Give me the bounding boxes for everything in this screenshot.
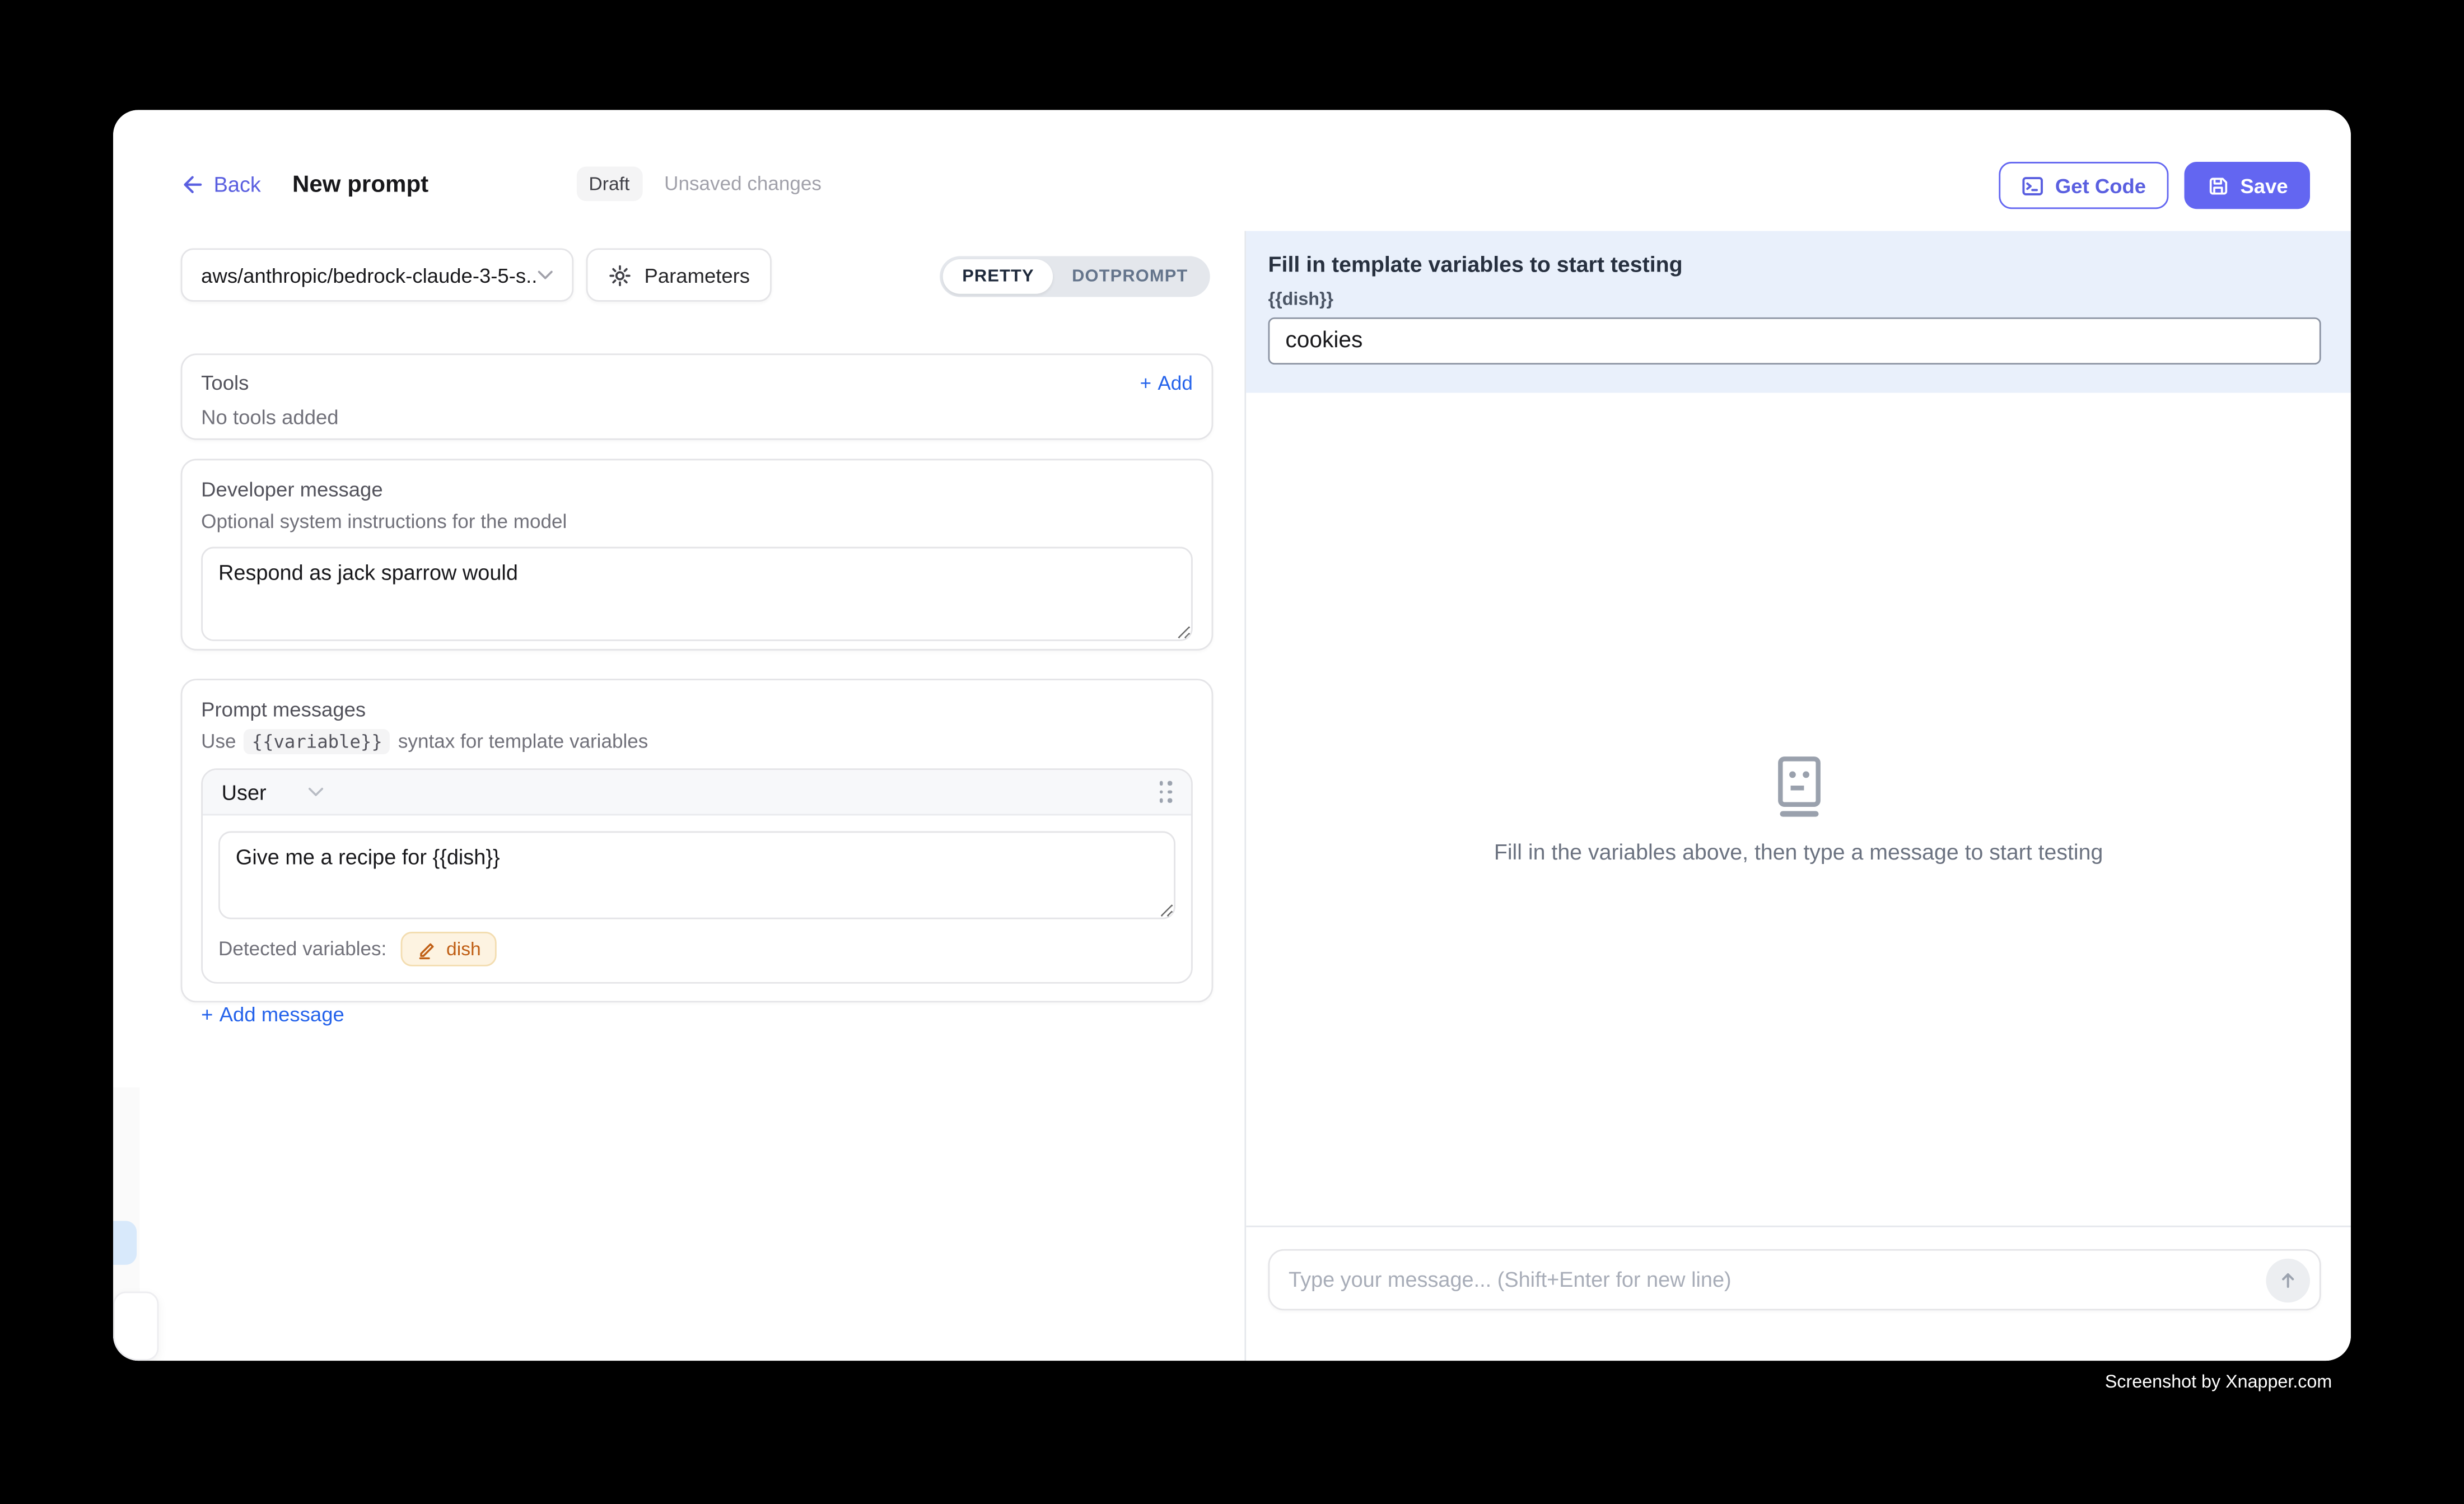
send-button[interactable] [2266, 1258, 2310, 1302]
unsaved-changes-text: Unsaved changes [664, 173, 822, 195]
developer-message-card: Developer message Optional system instru… [181, 459, 1214, 650]
toggle-dotprompt[interactable]: DOTPROMPT [1053, 259, 1207, 294]
collapsed-drawer-card [113, 1292, 158, 1361]
toggle-pretty[interactable]: PRETTY [944, 259, 1053, 294]
arrow-up-icon [2277, 1269, 2299, 1291]
hint-variable-chip: {{variable}} [244, 729, 390, 754]
add-message-button[interactable]: + Add message [201, 1002, 1193, 1026]
screenshot-stage: Back New prompt Draft Unsaved changes Ge… [0, 0, 2464, 1503]
hint-suffix: syntax for template variables [398, 731, 648, 753]
tools-card: Tools + Add No tools added [181, 353, 1214, 440]
chevron-down-icon [538, 270, 553, 280]
message-body: Give me a recipe for {{dish}} Detected v… [203, 815, 1191, 982]
tools-title: Tools [201, 371, 249, 394]
save-floppy-icon [2206, 174, 2229, 197]
variables-panel-title: Fill in template variables to start test… [1268, 251, 2321, 277]
detected-variables-row: Detected variables: dish [218, 932, 1175, 966]
chat-input-container [1268, 1249, 2321, 1310]
watermark-text: Screenshot by Xnapper.com [2105, 1374, 2332, 1393]
tools-empty-text: No tools added [201, 405, 1193, 429]
variable-field-label: {{dish}} [1268, 291, 2321, 310]
role-selector[interactable]: User [222, 780, 323, 804]
chevron-down-icon [307, 787, 323, 797]
header-left: Back New prompt Draft Unsaved changes [181, 166, 822, 201]
back-label: Back [214, 172, 261, 195]
add-tool-label: Add [1158, 372, 1192, 394]
message-block: User Give me a recipe for {{dish}} Det [201, 768, 1193, 983]
header-actions: Get Code Save [1999, 162, 2310, 209]
prompt-messages-title: Prompt messages [201, 698, 1193, 721]
terminal-icon [2020, 174, 2044, 197]
header: Back New prompt Draft Unsaved changes Ge… [113, 110, 2351, 231]
app-window: Back New prompt Draft Unsaved changes Ge… [113, 110, 2351, 1361]
parameters-button[interactable]: Parameters [586, 248, 772, 301]
save-button[interactable]: Save [2183, 162, 2310, 209]
drag-handle-icon[interactable] [1159, 781, 1173, 803]
model-selector-value: aws/anthropic/bedrock-claude-3-5-s... [201, 263, 538, 287]
model-selector[interactable]: aws/anthropic/bedrock-claude-3-5-s... [181, 248, 574, 301]
page-title: New prompt [292, 170, 428, 197]
template-variables-panel: Fill in template variables to start test… [1246, 231, 2351, 393]
collapsed-drawer-highlight [113, 1221, 137, 1265]
chat-input-bar [1246, 1226, 2351, 1361]
add-message-label: Add message [220, 1002, 344, 1026]
plus-icon: + [1140, 372, 1152, 394]
save-label: Save [2240, 174, 2288, 197]
bot-face-icon [1772, 754, 1825, 817]
back-button[interactable]: Back [181, 172, 261, 195]
developer-message-subtitle: Optional system instructions for the mod… [201, 511, 1193, 533]
pencil-icon [417, 939, 437, 959]
template-hint: Use {{variable}} syntax for template var… [201, 729, 1193, 754]
test-panel: Fill in template variables to start test… [1244, 231, 2351, 1361]
prompt-editor-panel: aws/anthropic/bedrock-claude-3-5-s... Pa… [113, 231, 1244, 1361]
hint-prefix: Use [201, 731, 236, 753]
variable-badge-dish[interactable]: dish [401, 932, 497, 966]
message-header: User [203, 770, 1191, 815]
format-toggle: PRETTY DOTPROMPT [940, 256, 1210, 297]
message-textarea[interactable]: Give me a recipe for {{dish}} [218, 831, 1175, 919]
variable-badge-label: dish [446, 938, 481, 960]
get-code-label: Get Code [2055, 174, 2146, 197]
detected-variables-label: Detected variables: [218, 938, 386, 960]
role-value: User [222, 780, 267, 804]
prompt-messages-card: Prompt messages Use {{variable}} syntax … [181, 679, 1214, 1002]
gear-icon [608, 263, 632, 287]
get-code-button[interactable]: Get Code [1999, 162, 2168, 209]
conversation-empty-area: Fill in the variables above, then type a… [1246, 393, 2351, 1226]
developer-message-title: Developer message [201, 478, 1193, 501]
back-arrow-icon [181, 172, 204, 195]
chat-message-input[interactable] [1289, 1268, 2266, 1292]
variable-field-input[interactable] [1268, 317, 2321, 365]
plus-icon: + [201, 1002, 213, 1026]
draft-status-badge: Draft [576, 166, 642, 201]
parameters-label: Parameters [645, 263, 750, 287]
add-tool-button[interactable]: + Add [1140, 372, 1193, 394]
model-row: aws/anthropic/bedrock-claude-3-5-s... Pa… [181, 248, 1210, 301]
developer-message-textarea[interactable]: Respond as jack sparrow would [201, 547, 1193, 641]
empty-state-text: Fill in the variables above, then type a… [1494, 839, 2103, 864]
